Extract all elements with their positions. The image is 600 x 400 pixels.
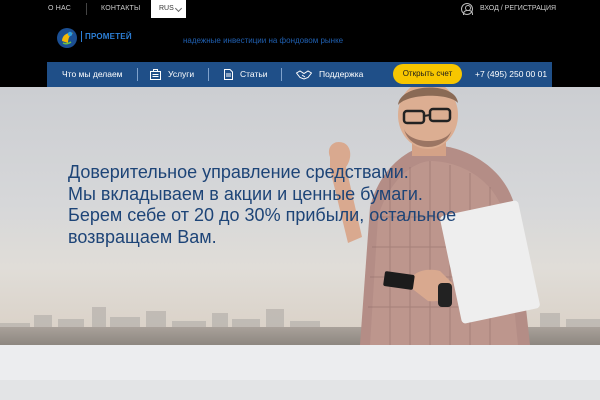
hero-line: Доверительное управление средствами. [68, 162, 409, 182]
contacts-link[interactable]: КОНТАКТЫ [101, 0, 140, 18]
hero-line: возвращаем Вам. [68, 226, 217, 247]
logo[interactable]: ПРОМЕТЕЙ [56, 27, 132, 49]
site-header: ПРОМЕТЕЙ надежные инвестиции на фондовом… [0, 18, 600, 62]
prometheus-logo-icon [57, 28, 77, 48]
hero-banner: Доверительное управление средствами. Мы … [0, 87, 600, 345]
handshake-icon [296, 70, 312, 80]
logo-text: ПРОМЕТЕЙ [81, 31, 132, 42]
hero-line: Берем себе от 20 до 30% прибыли, остальн… [68, 205, 457, 225]
nav-item-support[interactable]: Поддержка [319, 62, 363, 87]
about-link[interactable]: О НАС [48, 0, 71, 18]
nav-divider [281, 68, 282, 81]
tagline: надежные инвестиции на фондовом рынке [183, 36, 344, 45]
document-icon [224, 69, 233, 80]
nav-divider [137, 68, 138, 81]
language-value: RUS [159, 5, 174, 12]
briefcase-icon [150, 69, 161, 80]
nav-divider [208, 68, 209, 81]
login-label: ВХОД / РЕГИСТРАЦИЯ [480, 5, 557, 12]
language-select[interactable]: RUS [151, 0, 186, 18]
nav-item-what-we-do[interactable]: Что мы делаем [62, 62, 123, 87]
user-icon [461, 3, 473, 15]
hero-headline: Доверительное управление средствами. Мы … [68, 162, 498, 248]
top-utility-bar: О НАС КОНТАКТЫ RUS ВХОД / РЕГИСТРАЦИЯ [0, 0, 600, 18]
chevron-down-icon [174, 4, 183, 13]
phone-number[interactable]: +7 (495) 250 00 01 [475, 62, 547, 87]
content-band [0, 345, 600, 380]
hero-line: Мы вкладываем в акции и ценные бумаги. [68, 183, 423, 204]
divider [86, 3, 87, 15]
nav-item-services[interactable]: Услуги [168, 62, 194, 87]
nav-item-articles[interactable]: Статьи [240, 62, 268, 87]
content-band-lower [0, 380, 600, 400]
open-account-button[interactable]: Открыть счет [393, 64, 462, 84]
